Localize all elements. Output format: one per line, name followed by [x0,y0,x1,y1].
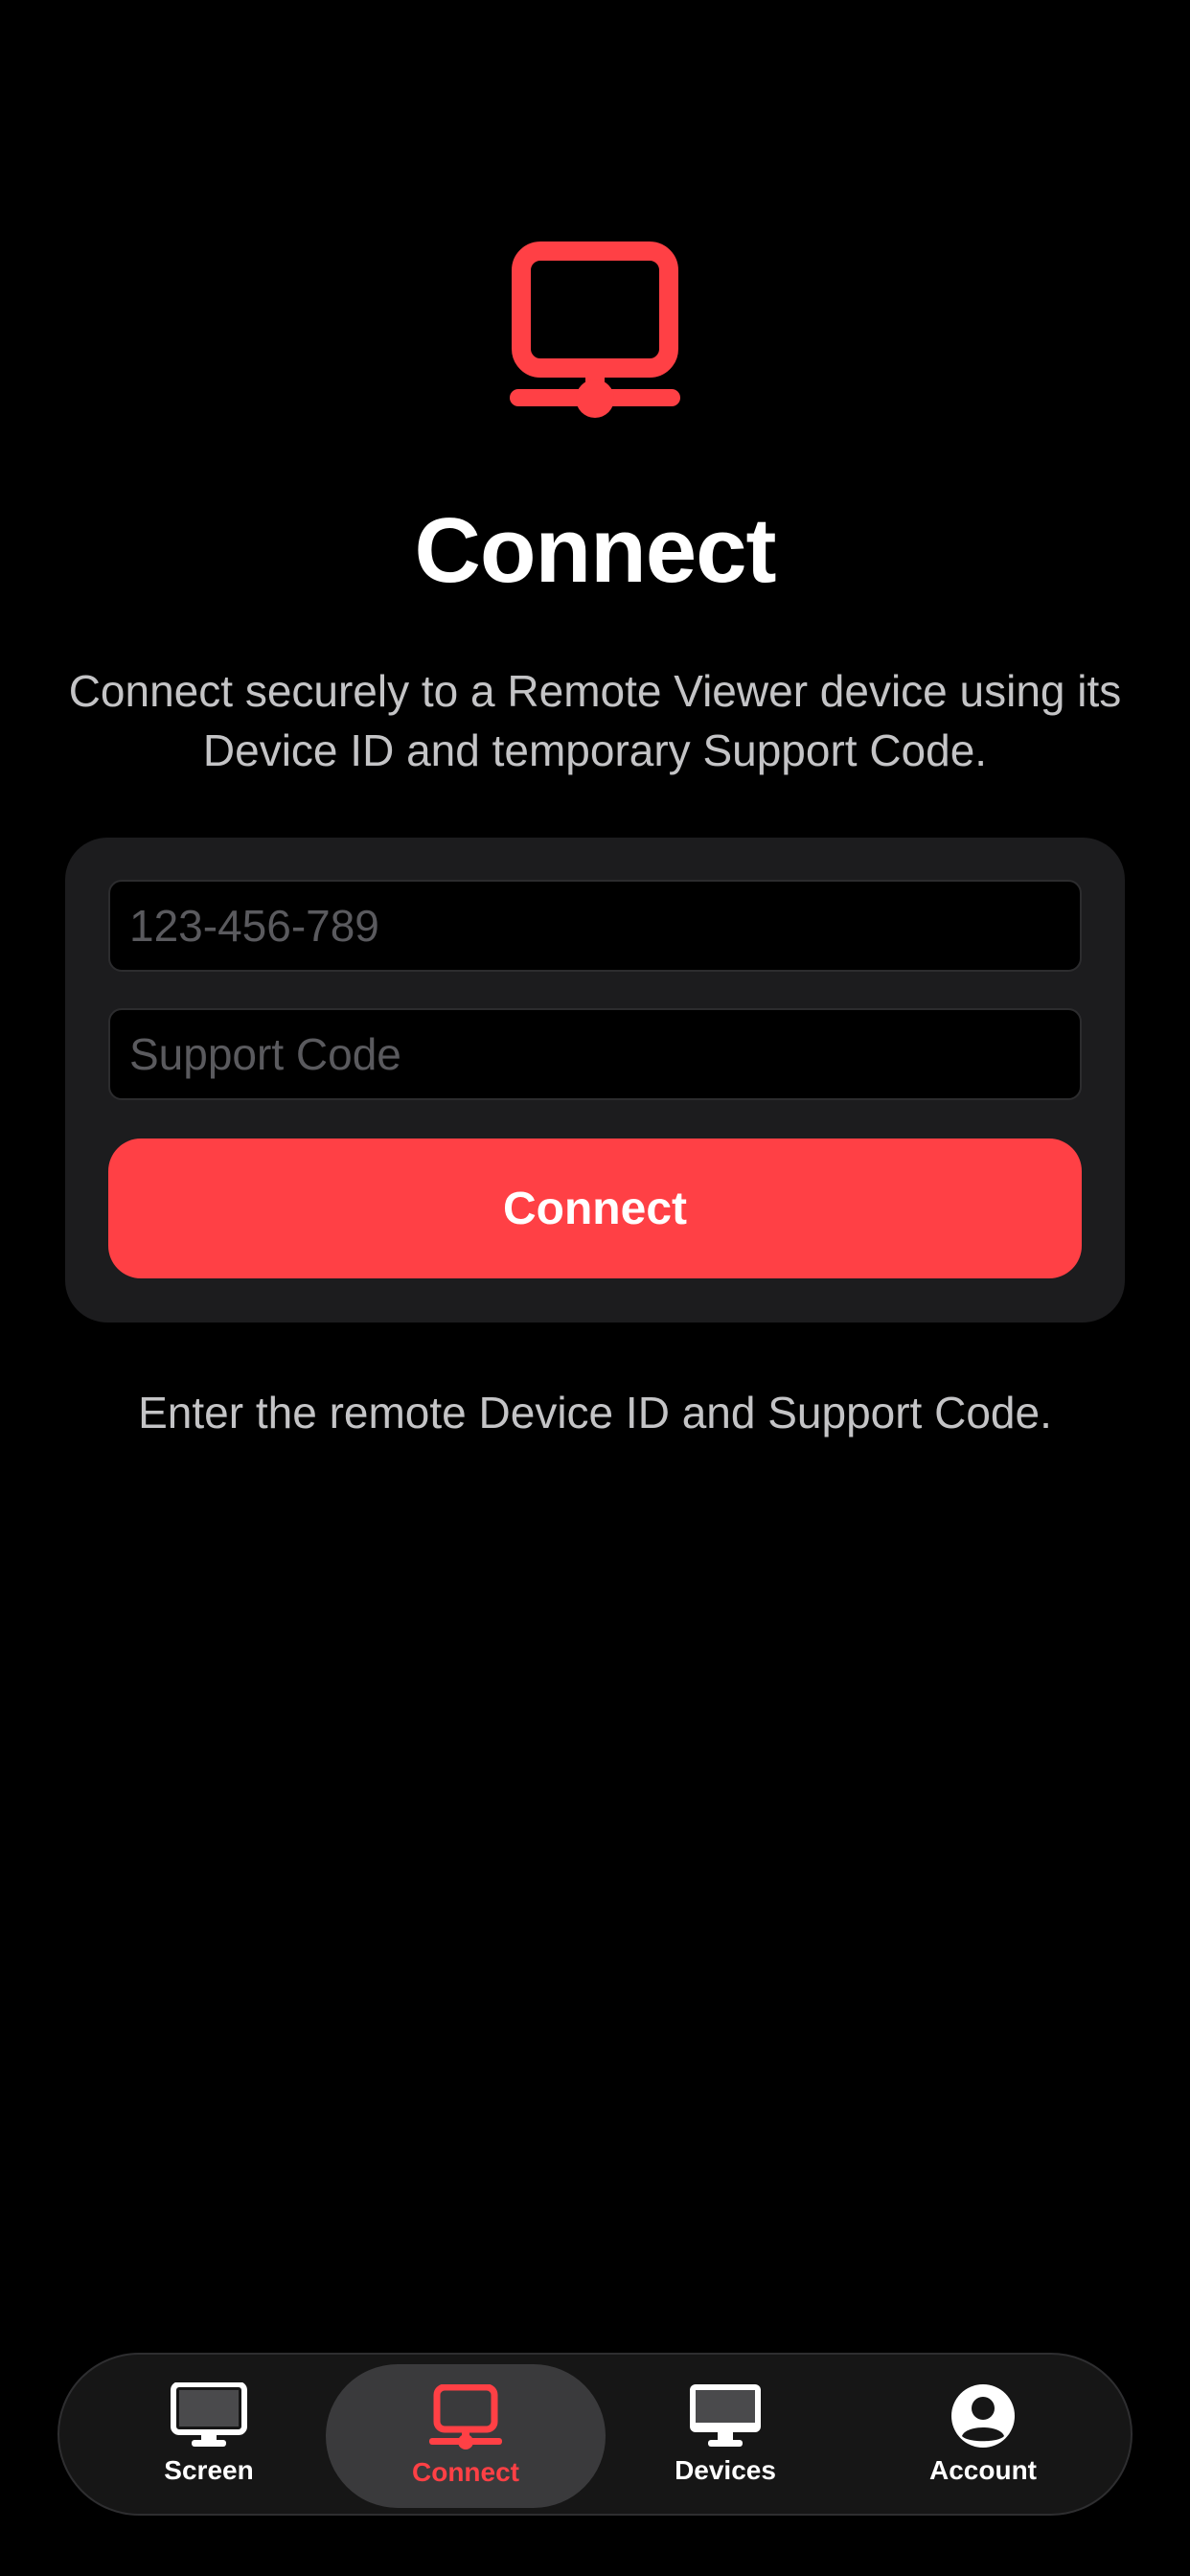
desktop-icon [690,2384,761,2447]
tab-screen[interactable]: Screen [80,2355,338,2514]
device-id-input[interactable] [108,880,1082,972]
tab-connect[interactable]: Connect [326,2364,606,2508]
connect-screen: Connect Connect securely to a Remote Vie… [0,0,1190,2576]
network-monitor-icon [510,242,680,418]
page-title: Connect [414,499,777,602]
status-message: Enter the remote Device ID and Support C… [138,1388,1052,1438]
connect-form-card: Connect [65,838,1125,1322]
page-description: Connect securely to a Remote Viewer devi… [68,666,1122,775]
support-code-input[interactable] [108,1008,1082,1100]
monitor-icon [171,2382,247,2447]
tab-label: Devices [675,2455,776,2485]
connect-button[interactable]: Connect [108,1138,1082,1278]
tab-label: Account [929,2455,1037,2485]
person-circle-icon [951,2384,1015,2448]
tab-bar: Screen Connect Devices Account [57,2353,1133,2516]
network-monitor-icon [429,2384,502,2450]
tab-label: Screen [164,2455,254,2485]
tab-devices[interactable]: Devices [596,2355,855,2514]
tab-label: Connect [412,2457,519,2487]
tab-account[interactable]: Account [854,2355,1112,2514]
